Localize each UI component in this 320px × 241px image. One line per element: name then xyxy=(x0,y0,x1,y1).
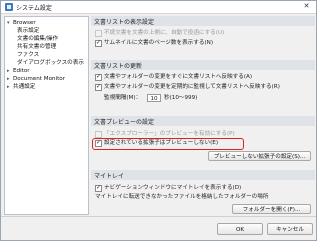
mytray-note: マイトレイに転送できなかったファイルを格納したフォルダーの場所 xyxy=(95,194,269,200)
ok-button[interactable]: OK xyxy=(217,223,263,235)
footer-divider xyxy=(1,216,316,217)
section-header-mytray: マイトレイ xyxy=(91,170,315,180)
tree-item-label: 表示設定 xyxy=(17,28,40,34)
tree-item-display-settings[interactable]: 表示設定 xyxy=(17,27,39,35)
tree-item-label: Browser xyxy=(13,20,36,26)
tree-item-label: Document Monitor xyxy=(13,76,66,82)
checkbox[interactable] xyxy=(95,82,102,91)
tree-item-fax[interactable]: ファクス xyxy=(17,51,39,59)
monitor-interval-label: 監視間隔(M)： xyxy=(104,95,142,101)
tree-item-label: ファクス xyxy=(17,52,40,58)
tree-item-label: 共通設定 xyxy=(13,84,36,90)
settings-tree: ▾ Browser 表示設定 文書の編集/操作 共有文書の管理 ファクス ダイア… xyxy=(4,16,89,215)
tree-item-label: ダイアログボックスの表示 xyxy=(17,60,84,66)
title-bar: システム設定 ✕ xyxy=(1,1,316,14)
monitor-interval-unit: 秒(10〜999) xyxy=(164,95,198,101)
tree-item-label: Editor xyxy=(13,68,30,74)
tree-item-label: 文書の編集/操作 xyxy=(17,36,59,42)
expand-right-icon[interactable]: ▸ xyxy=(7,67,12,75)
excluded-extensions-button[interactable]: プレビューしない拡張子の設定(S)... xyxy=(208,151,311,161)
open-folder-button[interactable]: フォルダーを開く(F)... xyxy=(232,204,311,214)
tree-item-label: 共有文書の管理 xyxy=(17,44,57,50)
section-header-doc-list-update: 文書リストの更新 xyxy=(91,60,315,70)
checkbox[interactable] xyxy=(95,183,102,192)
checkbox[interactable] xyxy=(95,131,102,138)
checkbox[interactable] xyxy=(95,38,102,47)
tree-item-shared-documents[interactable]: 共有文書の管理 xyxy=(17,43,56,51)
system-settings-window: システム設定 ✕ ▾ Browser 表示設定 文書の編集/操作 共有文書の管理… xyxy=(0,0,317,241)
expand-down-icon[interactable]: ▾ xyxy=(7,19,12,27)
checkbox[interactable] xyxy=(95,30,102,37)
section-header-doc-list-display: 文書リストの表示設定 xyxy=(91,16,315,26)
expand-right-icon[interactable]: ▸ xyxy=(7,83,12,91)
close-icon[interactable]: ✕ xyxy=(301,2,312,11)
tree-item-document-editing[interactable]: 文書の編集/操作 xyxy=(17,35,58,43)
cancel-button[interactable]: キャンセル xyxy=(267,223,313,235)
checkbox[interactable] xyxy=(95,138,102,147)
section-header-doc-preview: 文書プレビューの設定 xyxy=(91,116,315,126)
monitor-interval-input[interactable]: 10 xyxy=(147,94,161,102)
window-title: システム設定 xyxy=(16,5,52,12)
checkbox[interactable] xyxy=(95,72,102,81)
settings-panel: 文書リストの表示設定 不読文書を文書の上側に、自動で投函にする(U) サムネイル… xyxy=(91,16,315,215)
tree-item-dialog-display[interactable]: ダイアログボックスの表示 xyxy=(17,59,84,67)
expand-right-icon[interactable]: ▸ xyxy=(7,75,12,83)
app-icon xyxy=(5,3,13,11)
